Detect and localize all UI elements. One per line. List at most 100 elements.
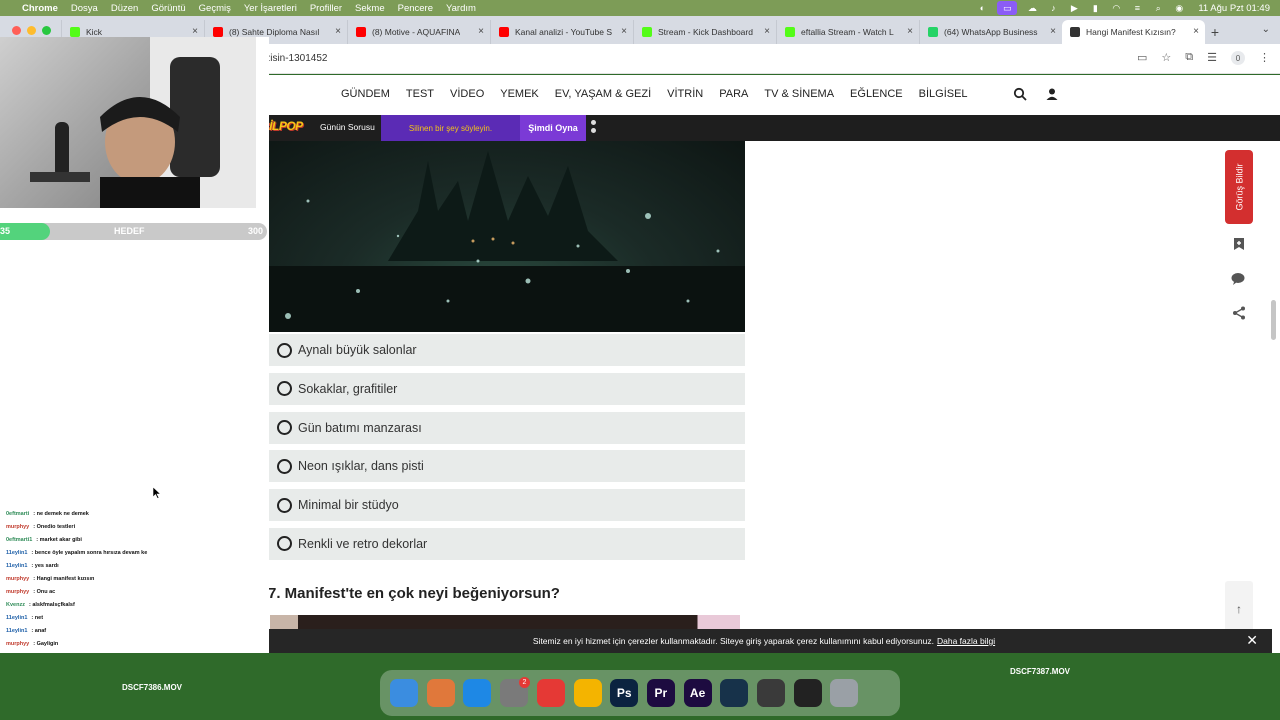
radio-button[interactable] [277,342,292,358]
control-center-icon[interactable]: ≡ [1131,3,1143,13]
chat-username[interactable]: murphyy [4,524,31,530]
close-tab-icon[interactable]: × [764,26,770,37]
safari-icon[interactable] [463,679,492,707]
browser-tab[interactable]: Kanal analizi - YouTube S × [490,20,633,44]
nav-link-video[interactable]: VİDEO [450,88,484,100]
menu-item[interactable]: Dosya [71,3,98,14]
obs-icon[interactable] [793,679,822,707]
answer-option[interactable]: Neon ışıklar, dans pisti [268,450,745,483]
answer-option[interactable]: Aynalı büyük salonlar [268,334,745,366]
close-tab-icon[interactable]: × [478,26,484,37]
radio-button[interactable] [277,497,292,513]
close-tab-icon[interactable]: × [621,26,627,37]
chat-username[interactable]: Kvenzz [4,602,27,608]
page-scrollbar[interactable] [1271,300,1276,340]
promo-pager-dots[interactable] [591,120,596,136]
play-icon[interactable]: ▶ [1068,3,1080,13]
chrome-icon[interactable] [573,679,602,707]
nav-link-test[interactable]: TEST [406,88,434,100]
maximize-window-icon[interactable] [42,25,51,35]
menu-item[interactable]: Geçmiş [199,3,231,14]
nav-link-tv-sinema[interactable]: TV & SİNEMA [764,88,834,100]
nav-link-eglence[interactable]: EĞLENCE [850,88,903,100]
cookie-more-info-link[interactable]: Daha fazla bilgi [937,636,995,646]
menubar-clock[interactable]: 11 Ağu Pzt 01:49 [1198,3,1270,14]
radio-button[interactable] [277,420,292,436]
new-tab-button[interactable]: + [1205,20,1225,44]
radio-button[interactable] [277,458,292,474]
comments-icon[interactable] [1228,268,1250,290]
answer-option[interactable]: Gün batımı manzarası [268,411,745,444]
close-tab-icon[interactable]: × [1050,26,1056,37]
wifi-icon[interactable]: ◠ [1110,3,1122,13]
chat-username[interactable]: 11eylin1 [4,628,29,634]
reading-list-icon[interactable]: ☰ [1207,51,1217,65]
creative-cloud-icon[interactable]: ☁ [1026,3,1038,13]
chat-username[interactable]: 11eylin1 [4,615,29,621]
desktop-file-label[interactable]: DSCF7387.MOV [1010,667,1070,676]
chat-username[interactable]: 11eylin1 [4,563,29,569]
cast-icon[interactable]: ▭ [1137,51,1147,65]
status-app-icon[interactable]: ◐ [976,3,988,13]
menu-item[interactable]: Görüntü [151,3,185,14]
bookmark-star-icon[interactable]: ☆ [1161,51,1171,65]
calculator-icon[interactable] [757,679,785,707]
menu-item[interactable]: Düzen [111,3,138,14]
menu-item[interactable]: Sekme [355,3,385,14]
finder-icon[interactable] [390,679,418,707]
radio-button[interactable] [277,381,292,397]
trash-icon[interactable] [830,679,859,707]
tab-search-chevron-icon[interactable]: ⌄ [1262,24,1270,35]
capcut-icon[interactable] [536,679,565,707]
answer-option[interactable]: Sokaklar, grafitiler [268,372,745,405]
spotlight-search-icon[interactable]: ⌕ [1152,3,1164,13]
desktop-file-label[interactable]: DSCF7386.MOV [122,683,182,692]
answer-option[interactable]: Renkli ve retro dekorlar [268,527,745,560]
battery-icon[interactable]: ▮ [1089,3,1101,13]
menu-item[interactable]: Yer İşaretleri [244,3,297,14]
chat-username[interactable]: murphyy [4,576,31,582]
close-tab-icon[interactable]: × [192,26,198,37]
menu-item[interactable]: Profiller [310,3,342,14]
siri-icon[interactable]: ◉ [1173,3,1185,13]
menu-app-chrome[interactable]: Chrome [22,3,58,14]
minimize-window-icon[interactable] [27,25,36,35]
answer-option[interactable]: Minimal bir stüdyo [268,489,745,522]
chat-username[interactable]: 11eylin1 [4,550,29,556]
launchpad-icon[interactable] [426,679,455,707]
close-window-icon[interactable] [12,25,21,35]
bilpop-promo-bar[interactable]: BİLPOP Günün Sorusu Silinen bir şey söyl… [256,115,1280,141]
more-menu-icon[interactable]: ⋮ [1259,51,1270,65]
volume-icon[interactable]: ♪ [1047,3,1059,13]
share-icon[interactable] [1228,302,1250,324]
nav-link-vitrin[interactable]: VİTRİN [667,88,703,100]
close-tab-icon[interactable]: × [335,26,341,37]
browser-tab[interactable]: Hangi Manifest Kızısın? × [1062,20,1205,44]
extensions-icon[interactable]: ⧉ [1185,51,1193,65]
bookmark-add-icon[interactable] [1228,233,1250,255]
nav-link-para[interactable]: PARA [719,88,748,100]
close-tab-icon[interactable]: × [1193,26,1199,37]
browser-tab[interactable]: (64) WhatsApp Business × [919,20,1062,44]
close-icon[interactable]: ✕ [1246,632,1258,649]
nav-link-gundem[interactable]: GÜNDEM [341,88,390,100]
close-tab-icon[interactable]: × [907,26,913,37]
play-now-button[interactable]: Şimdi Oyna [520,115,586,141]
radio-button[interactable] [277,536,292,552]
feedback-button[interactable]: Görüş Bildir [1225,150,1253,224]
chat-username[interactable]: murphyy [4,589,31,595]
steam-icon[interactable] [720,679,749,707]
menu-item[interactable]: Pencere [398,3,433,14]
photoshop-icon[interactable]: Ps [610,679,639,707]
user-icon[interactable] [1045,87,1059,101]
nav-link-ev-yasam[interactable]: EV, YAŞAM & GEZİ [555,88,651,100]
search-icon[interactable] [1013,87,1027,101]
premiere-icon[interactable]: Pr [646,679,675,707]
nav-link-yemek[interactable]: YEMEK [500,88,539,100]
chat-username[interactable]: murphyy [4,641,31,647]
profile-avatar[interactable]: 0 [1231,51,1245,65]
after-effects-icon[interactable]: Ae [683,679,712,707]
browser-tab[interactable]: Stream - Kick Dashboard × [633,20,776,44]
browser-tab[interactable]: (8) Motive - AQUAFINA × [347,20,490,44]
menu-item[interactable]: Yardım [446,3,476,14]
